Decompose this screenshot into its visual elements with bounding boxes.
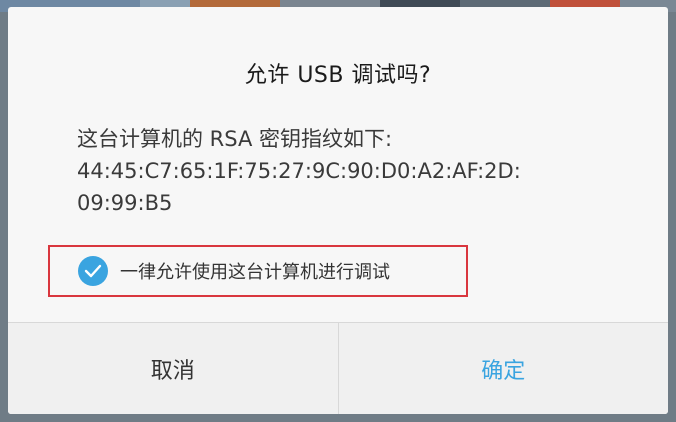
cancel-button[interactable]: 取消: [8, 323, 339, 414]
screen: 允许 USB 调试吗? 这台计算机的 RSA 密钥指纹如下: 44:45:C7:…: [0, 0, 676, 422]
usb-debug-dialog: 允许 USB 调试吗? 这台计算机的 RSA 密钥指纹如下: 44:45:C7:…: [8, 7, 668, 414]
always-allow-label: 一律允许使用这台计算机进行调试: [120, 262, 390, 283]
always-allow-checkbox[interactable]: 一律允许使用这台计算机进行调试: [48, 245, 468, 297]
message-line: 09:99:B5: [77, 191, 173, 215]
dialog-buttons: 取消 确定: [8, 322, 668, 414]
checkmark-icon[interactable]: [78, 256, 108, 286]
dialog-message: 这台计算机的 RSA 密钥指纹如下: 44:45:C7:65:1F:75:27:…: [77, 123, 637, 219]
dialog-title: 允许 USB 调试吗?: [244, 63, 432, 88]
message-line: 这台计算机的 RSA 密钥指纹如下:: [77, 127, 393, 151]
message-line: 44:45:C7:65:1F:75:27:9C:90:D0:A2:AF:2D:: [77, 159, 521, 183]
ok-button[interactable]: 确定: [338, 323, 668, 414]
